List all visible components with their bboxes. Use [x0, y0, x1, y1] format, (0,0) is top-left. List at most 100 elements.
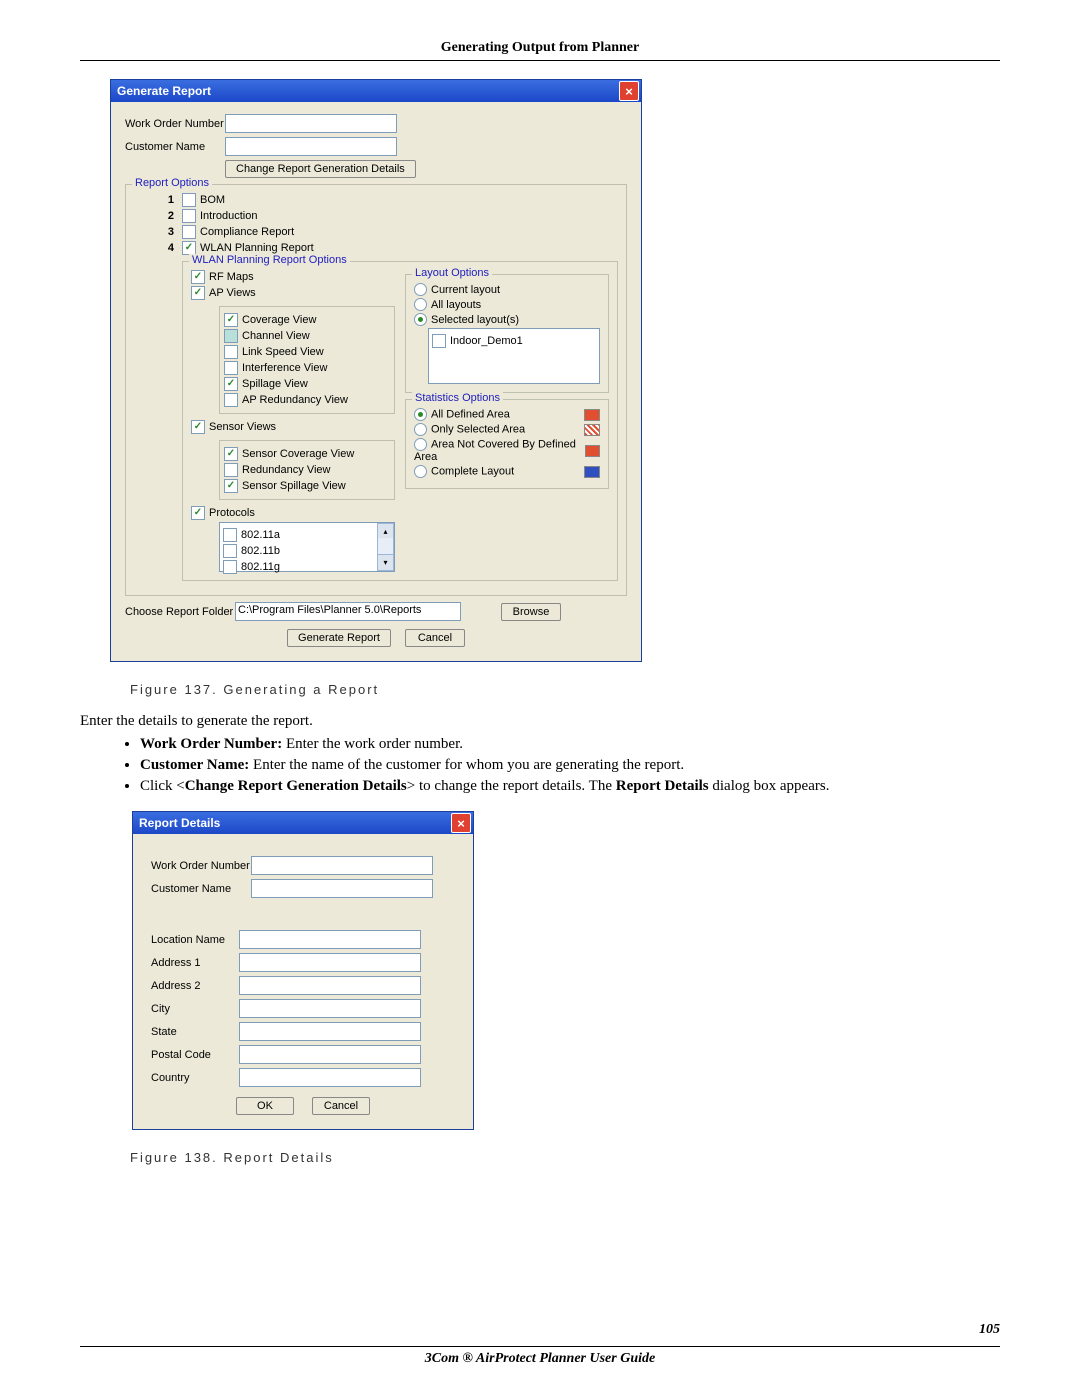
country-label: Country [151, 1072, 239, 1084]
all-defined-radio[interactable] [414, 408, 427, 421]
addr2-input[interactable] [239, 976, 421, 995]
compliance-label: Compliance Report [200, 226, 294, 238]
protocols-listbox[interactable]: 802.11a 802.11b 802.11g ▴ ▾ [219, 522, 395, 572]
linkspeed-checkbox[interactable] [224, 345, 238, 359]
complete-layout-radio[interactable] [414, 465, 427, 478]
current-layout-radio[interactable] [414, 283, 427, 296]
protocols-label: Protocols [209, 507, 255, 519]
redundancy-checkbox[interactable] [224, 463, 238, 477]
state-input[interactable] [239, 1022, 421, 1041]
swatch4-icon [584, 466, 600, 478]
country-input[interactable] [239, 1068, 421, 1087]
addr1-label: Address 1 [151, 957, 239, 969]
footer-rule [80, 1346, 1000, 1347]
list-item: Customer Name: Enter the name of the cus… [140, 757, 1000, 774]
demo-layout-checkbox[interactable] [432, 334, 446, 348]
p2-label: 802.11b [241, 545, 280, 557]
folder-input[interactable]: C:\Program Files\Planner 5.0\Reports [235, 602, 461, 621]
intro-label: Introduction [200, 210, 257, 222]
p3-checkbox[interactable] [223, 560, 237, 574]
list-item: Click <Change Report Generation Details>… [140, 778, 1000, 795]
wlan-label: WLAN Planning Report [200, 242, 314, 254]
coverage-checkbox[interactable] [224, 313, 238, 327]
p3-label: 802.11g [241, 561, 280, 573]
bom-checkbox[interactable] [182, 193, 196, 207]
addr1-input[interactable] [239, 953, 421, 972]
complete-layout-label: Complete Layout [431, 465, 514, 477]
customer-name-input[interactable] [225, 137, 397, 156]
wlan-checkbox[interactable] [182, 241, 196, 255]
apviews-label: AP Views [209, 287, 256, 299]
report-options-group: Report Options 1BOM 2Introduction 3Compl… [125, 184, 627, 596]
apviews-box: Coverage View Channel View Link Speed Vi… [219, 306, 395, 414]
change-details-button[interactable]: Change Report Generation Details [225, 160, 416, 178]
customer-input[interactable] [251, 879, 433, 898]
layout-options-legend: Layout Options [412, 267, 492, 279]
not-covered-radio[interactable] [414, 438, 427, 451]
customer-name-label: Customer Name [125, 141, 225, 153]
figure-138-caption: Figure 138. Report Details [130, 1150, 1000, 1165]
browse-button[interactable]: Browse [501, 603, 561, 621]
apredun-checkbox[interactable] [224, 393, 238, 407]
city-label: City [151, 1003, 239, 1015]
sensorspill-checkbox[interactable] [224, 479, 238, 493]
state-label: State [151, 1026, 239, 1038]
customer-label: Customer Name [151, 883, 251, 895]
work-order-input[interactable] [225, 114, 397, 133]
intro-text: Enter the details to generate the report… [80, 713, 1000, 730]
city-input[interactable] [239, 999, 421, 1018]
stat-options-legend: Statistics Options [412, 392, 503, 404]
cancel-button[interactable]: Cancel [312, 1097, 370, 1115]
linkspeed-label: Link Speed View [242, 346, 324, 358]
rfmaps-checkbox[interactable] [191, 270, 205, 284]
demo-layout-label: Indoor_Demo1 [450, 335, 523, 347]
titlebar: Generate Report × [111, 80, 641, 102]
only-selected-radio[interactable] [414, 423, 427, 436]
window-title: Report Details [139, 816, 220, 830]
swatch2-icon [584, 424, 600, 436]
sensorcov-checkbox[interactable] [224, 447, 238, 461]
compliance-checkbox[interactable] [182, 225, 196, 239]
selected-layouts-radio[interactable] [414, 313, 427, 326]
num-2: 2 [160, 210, 174, 222]
redundancy-label: Redundancy View [242, 464, 330, 476]
num-1: 1 [160, 194, 174, 206]
layouts-listbox[interactable]: Indoor_Demo1 [428, 328, 600, 384]
protocols-checkbox[interactable] [191, 506, 205, 520]
spillage-checkbox[interactable] [224, 377, 238, 391]
work-order-input[interactable] [251, 856, 433, 875]
report-details-window: Report Details × Work Order Number Custo… [132, 811, 474, 1130]
folder-label: Choose Report Folder [125, 606, 235, 618]
sensorspill-label: Sensor Spillage View [242, 480, 346, 492]
all-defined-label: All Defined Area [431, 408, 510, 420]
close-icon[interactable]: × [451, 813, 471, 833]
cancel-button[interactable]: Cancel [405, 629, 465, 647]
postal-input[interactable] [239, 1045, 421, 1064]
addr2-label: Address 2 [151, 980, 239, 992]
close-icon[interactable]: × [619, 81, 639, 101]
only-selected-label: Only Selected Area [431, 423, 525, 435]
coverage-label: Coverage View [242, 314, 316, 326]
sensorviews-box: Sensor Coverage View Redundancy View Sen… [219, 440, 395, 500]
location-input[interactable] [239, 930, 421, 949]
p2-checkbox[interactable] [223, 544, 237, 558]
wlan-options-group: WLAN Planning Report Options RF Maps AP … [182, 261, 618, 581]
all-layouts-radio[interactable] [414, 298, 427, 311]
scroll-down-icon[interactable]: ▾ [377, 554, 394, 571]
work-order-label: Work Order Number [151, 860, 251, 872]
sensorviews-label: Sensor Views [209, 421, 276, 433]
apviews-checkbox[interactable] [191, 286, 205, 300]
interference-checkbox[interactable] [224, 361, 238, 375]
p1-checkbox[interactable] [223, 528, 237, 542]
p1-label: 802.11a [241, 529, 280, 541]
generate-report-button[interactable]: Generate Report [287, 629, 391, 647]
swatch3-icon [585, 445, 600, 457]
intro-checkbox[interactable] [182, 209, 196, 223]
section-header: Generating Output from Planner [80, 40, 1000, 56]
ok-button[interactable]: OK [236, 1097, 294, 1115]
instruction-list: Work Order Number: Enter the work order … [80, 736, 1000, 795]
channel-checkbox[interactable] [224, 329, 238, 343]
bom-label: BOM [200, 194, 225, 206]
num-3: 3 [160, 226, 174, 238]
sensorviews-checkbox[interactable] [191, 420, 205, 434]
